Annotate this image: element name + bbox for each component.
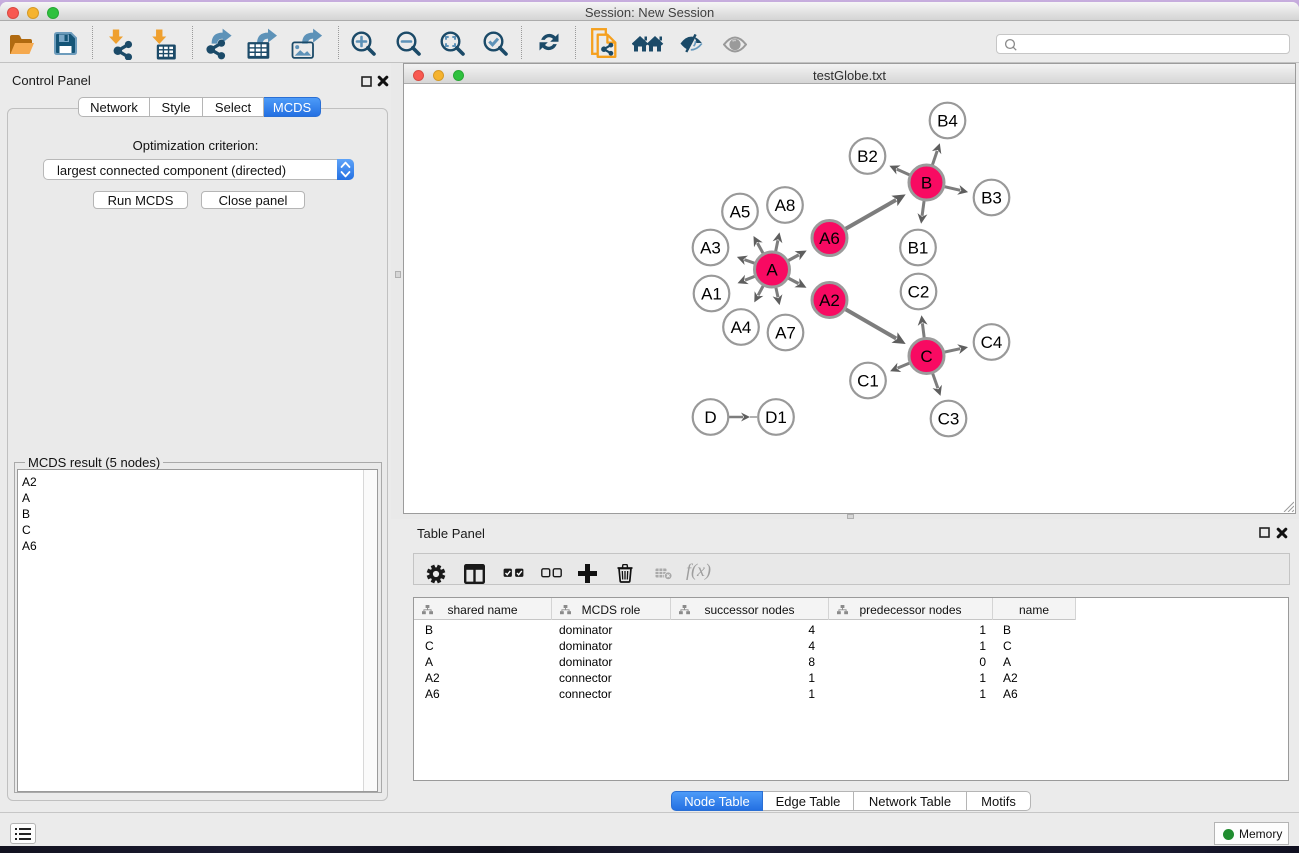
svg-text:B4: B4 xyxy=(937,112,958,131)
svg-text:D1: D1 xyxy=(765,408,787,427)
svg-text:A4: A4 xyxy=(731,318,752,337)
svg-text:D: D xyxy=(704,408,716,427)
svg-text:A2: A2 xyxy=(819,291,840,310)
svg-text:B: B xyxy=(921,174,932,193)
svg-text:C4: C4 xyxy=(981,333,1003,352)
svg-text:A3: A3 xyxy=(700,239,721,258)
svg-text:C2: C2 xyxy=(908,283,930,302)
svg-text:A1: A1 xyxy=(701,285,722,304)
svg-text:B1: B1 xyxy=(908,239,929,258)
svg-text:A7: A7 xyxy=(775,324,796,343)
svg-text:C: C xyxy=(920,347,932,366)
svg-text:A: A xyxy=(766,261,778,280)
svg-text:A8: A8 xyxy=(775,196,796,215)
svg-text:B2: B2 xyxy=(857,147,878,166)
svg-text:C3: C3 xyxy=(938,410,960,429)
svg-text:B3: B3 xyxy=(981,189,1002,208)
svg-text:A5: A5 xyxy=(730,203,751,222)
svg-text:C1: C1 xyxy=(857,372,879,391)
svg-text:A6: A6 xyxy=(819,229,840,248)
